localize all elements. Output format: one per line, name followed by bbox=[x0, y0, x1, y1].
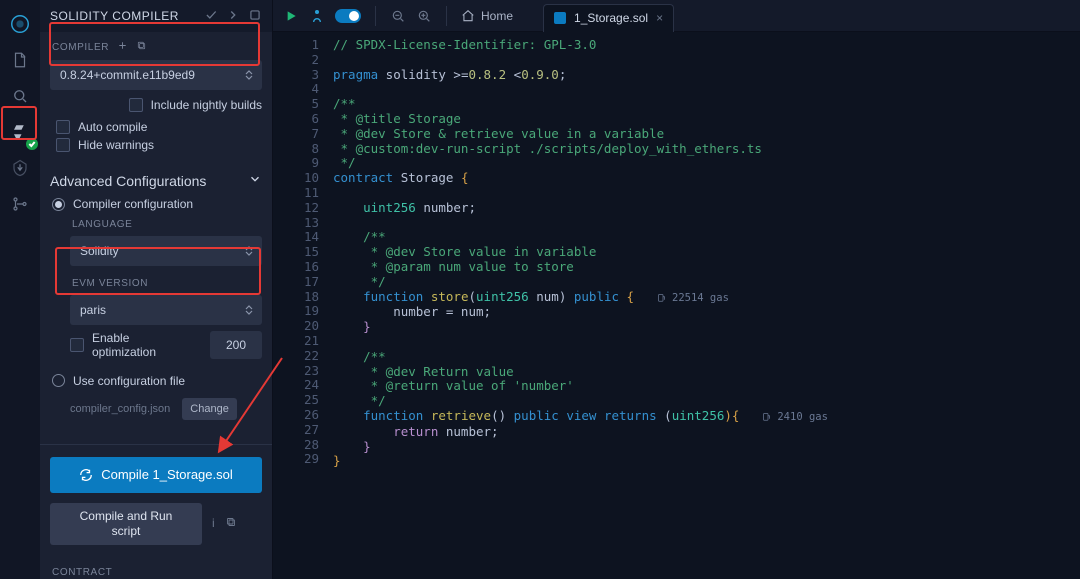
enable-optimization-checkbox[interactable] bbox=[70, 338, 84, 352]
compile-success-badge bbox=[26, 138, 38, 150]
gas-badge: 22514 gas bbox=[657, 292, 729, 304]
compile-button[interactable]: Compile 1_Storage.sol bbox=[50, 457, 262, 493]
copy-compiler-icon[interactable] bbox=[136, 40, 147, 54]
evm-version-value: paris bbox=[80, 303, 106, 317]
panel-next-icon[interactable] bbox=[226, 8, 240, 25]
zoom-out-icon[interactable] bbox=[390, 8, 406, 24]
deploy-run-icon[interactable] bbox=[4, 152, 36, 184]
nightly-label: Include nightly builds bbox=[151, 98, 262, 112]
config-file-label: Use configuration file bbox=[73, 374, 185, 388]
panel-title: SOLIDITY COMPILER bbox=[50, 9, 179, 23]
panel-check-icon bbox=[204, 8, 218, 25]
compiler-panel: SOLIDITY COMPILER COMPILER 0.8.24+commit… bbox=[40, 0, 273, 579]
evm-label: EVM VERSION bbox=[72, 278, 262, 289]
topbar: Home 1_Storage.sol × bbox=[273, 0, 1080, 32]
enable-optimization-label: Enable optimization bbox=[92, 331, 182, 360]
compile-run-script-button[interactable]: Compile and Run script bbox=[50, 503, 202, 545]
auto-compile-label: Auto compile bbox=[78, 120, 147, 134]
script-toggle[interactable] bbox=[335, 9, 361, 23]
compiler-version-value: 0.8.24+commit.e11b9ed9 bbox=[60, 68, 195, 82]
search-icon[interactable] bbox=[4, 80, 36, 112]
debug-icon[interactable] bbox=[309, 8, 325, 24]
config-file-name: compiler_config.json bbox=[70, 403, 170, 415]
gas-badge: 2410 gas bbox=[762, 411, 828, 423]
optimization-runs-input[interactable]: 200 bbox=[210, 331, 262, 359]
debugger-icon[interactable] bbox=[4, 188, 36, 220]
advanced-config-header[interactable]: Advanced Configurations bbox=[50, 172, 262, 189]
file-explorer-icon[interactable] bbox=[4, 44, 36, 76]
contract-label: CONTRACT bbox=[52, 567, 262, 578]
solidity-compiler-icon[interactable] bbox=[4, 116, 36, 148]
hide-warnings-checkbox[interactable] bbox=[56, 138, 70, 152]
editor-area: Home 1_Storage.sol × 1 2 3 4 5 6 7 8 9 1… bbox=[273, 0, 1080, 579]
zoom-in-icon[interactable] bbox=[416, 8, 432, 24]
file-type-icon bbox=[554, 12, 566, 24]
chevron-down-icon bbox=[248, 172, 262, 189]
line-gutter: 1 2 3 4 5 6 7 8 9 10 11 12 13 14 15 16 1… bbox=[273, 38, 329, 579]
panel-header: SOLIDITY COMPILER bbox=[40, 0, 272, 32]
auto-compile-checkbox[interactable] bbox=[56, 120, 70, 134]
language-label: LANGUAGE bbox=[72, 219, 262, 230]
add-compiler-icon[interactable] bbox=[117, 40, 128, 54]
change-config-button[interactable]: Change bbox=[182, 398, 237, 420]
tab-label: 1_Storage.sol bbox=[574, 11, 648, 25]
run-icon[interactable] bbox=[283, 8, 299, 24]
copy-icon[interactable] bbox=[225, 516, 237, 531]
compiler-label: COMPILER bbox=[52, 40, 262, 54]
evm-version-select[interactable]: paris bbox=[70, 295, 262, 325]
code-content: // SPDX-License-Identifier: GPL-3.0 prag… bbox=[329, 38, 1080, 579]
compiler-version-select[interactable]: 0.8.24+commit.e11b9ed9 bbox=[50, 60, 262, 90]
close-icon[interactable]: × bbox=[656, 11, 663, 25]
info-icon[interactable]: i bbox=[212, 516, 215, 531]
hide-warnings-label: Hide warnings bbox=[78, 138, 154, 152]
panel-link-icon[interactable] bbox=[248, 8, 262, 25]
code-editor[interactable]: 1 2 3 4 5 6 7 8 9 10 11 12 13 14 15 16 1… bbox=[273, 32, 1080, 579]
config-file-radio[interactable] bbox=[52, 374, 65, 387]
language-value: Solidity bbox=[80, 244, 119, 258]
remix-logo-icon[interactable] bbox=[4, 8, 36, 40]
home-button[interactable]: Home bbox=[461, 9, 513, 23]
runs-value: 200 bbox=[226, 338, 246, 352]
compiler-config-radio[interactable] bbox=[52, 198, 65, 211]
tab-storage[interactable]: 1_Storage.sol × bbox=[543, 4, 674, 32]
language-select[interactable]: Solidity bbox=[70, 236, 262, 266]
compile-button-label: Compile 1_Storage.sol bbox=[101, 467, 233, 482]
nightly-checkbox[interactable] bbox=[129, 98, 143, 112]
compiler-config-label: Compiler configuration bbox=[73, 197, 193, 211]
activity-bar bbox=[0, 0, 40, 579]
